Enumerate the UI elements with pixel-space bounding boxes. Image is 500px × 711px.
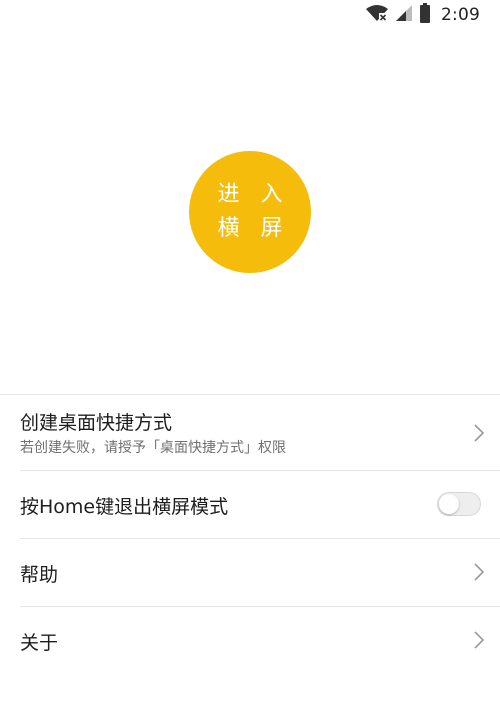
enter-button-line2: 横 屏 — [217, 216, 290, 241]
create-shortcut-item[interactable]: 创建桌面快捷方式 若创建失败，请授予「桌面快捷方式」权限 — [20, 395, 500, 471]
status-bar: 2:09 — [0, 0, 500, 30]
home-key-exit-toggle[interactable] — [437, 492, 481, 516]
cellular-signal-icon — [395, 4, 413, 26]
battery-icon — [419, 3, 431, 27]
enter-landscape-container: 进 入 横 屏 — [189, 151, 311, 273]
wifi-no-internet-icon — [365, 4, 389, 26]
create-shortcut-subtitle: 若创建失败，请授予「桌面快捷方式」权限 — [20, 440, 286, 456]
help-title: 帮助 — [20, 564, 59, 586]
create-shortcut-title: 创建桌面快捷方式 — [20, 412, 173, 434]
about-item[interactable]: 关于 — [20, 607, 500, 674]
status-icons: 2:09 — [365, 3, 480, 27]
toggle-knob — [439, 494, 459, 514]
enter-landscape-button[interactable]: 进 入 横 屏 — [189, 151, 311, 273]
chevron-right-icon — [472, 561, 486, 583]
help-item[interactable]: 帮助 — [20, 539, 500, 607]
chevron-right-icon — [472, 629, 486, 651]
about-title: 关于 — [20, 632, 59, 654]
chevron-right-icon — [472, 422, 486, 444]
enter-button-line1: 进 入 — [217, 182, 290, 207]
home-key-exit-item: 按Home键退出横屏模式 — [20, 471, 500, 539]
home-key-exit-title: 按Home键退出横屏模式 — [20, 496, 229, 518]
settings-list: 创建桌面快捷方式 若创建失败，请授予「桌面快捷方式」权限 按Home键退出横屏模… — [0, 395, 500, 674]
status-time: 2:09 — [441, 5, 480, 25]
